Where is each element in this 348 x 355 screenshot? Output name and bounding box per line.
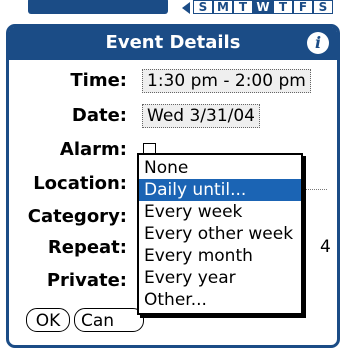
location-label: Location:	[33, 173, 127, 194]
repeat-option-every-other-week[interactable]: Every other week	[139, 223, 301, 245]
palm-screen: S M T W T F S Event Details i Time: 1:30…	[0, 0, 348, 355]
repeat-option-every-year[interactable]: Every year	[139, 267, 301, 289]
date-label: Date:	[71, 105, 127, 126]
week-day: T	[273, 0, 293, 14]
time-selector[interactable]: 1:30 pm - 2:00 pm	[142, 69, 311, 93]
week-day: T	[233, 0, 253, 14]
repeat-option-other[interactable]: Other...	[139, 289, 301, 311]
alarm-label: Alarm:	[59, 139, 127, 160]
repeat-value-partial: 4	[320, 237, 331, 257]
dialog-titlebar: Event Details i	[9, 27, 337, 60]
repeat-popup-list[interactable]: None Daily until... Every week Every oth…	[137, 153, 303, 315]
week-day-selected: W	[253, 0, 273, 14]
repeat-option-daily-until[interactable]: Daily until...	[139, 179, 301, 201]
category-label: Category:	[27, 206, 127, 227]
private-label: Private:	[46, 270, 127, 291]
repeat-option-every-month[interactable]: Every month	[139, 245, 301, 267]
week-day: S	[193, 0, 213, 14]
repeat-label: Repeat:	[47, 237, 127, 258]
prev-week-arrow-icon	[182, 2, 190, 14]
cancel-button[interactable]: Can	[74, 308, 144, 332]
repeat-option-every-week[interactable]: Every week	[139, 201, 301, 223]
dialog-title: Event Details	[105, 32, 241, 53]
ok-button[interactable]: OK	[26, 308, 70, 332]
info-icon[interactable]: i	[307, 32, 329, 54]
week-day: F	[293, 0, 313, 14]
week-day: M	[213, 0, 233, 14]
background-date-bar	[28, 0, 168, 14]
date-selector[interactable]: Wed 3/31/04	[142, 104, 261, 128]
time-label: Time:	[70, 70, 127, 91]
repeat-option-none[interactable]: None	[139, 157, 301, 179]
week-day: S	[313, 0, 333, 14]
background-week-days: S M T W T F S	[193, 0, 333, 14]
background-week-header: S M T W T F S	[0, 0, 348, 22]
